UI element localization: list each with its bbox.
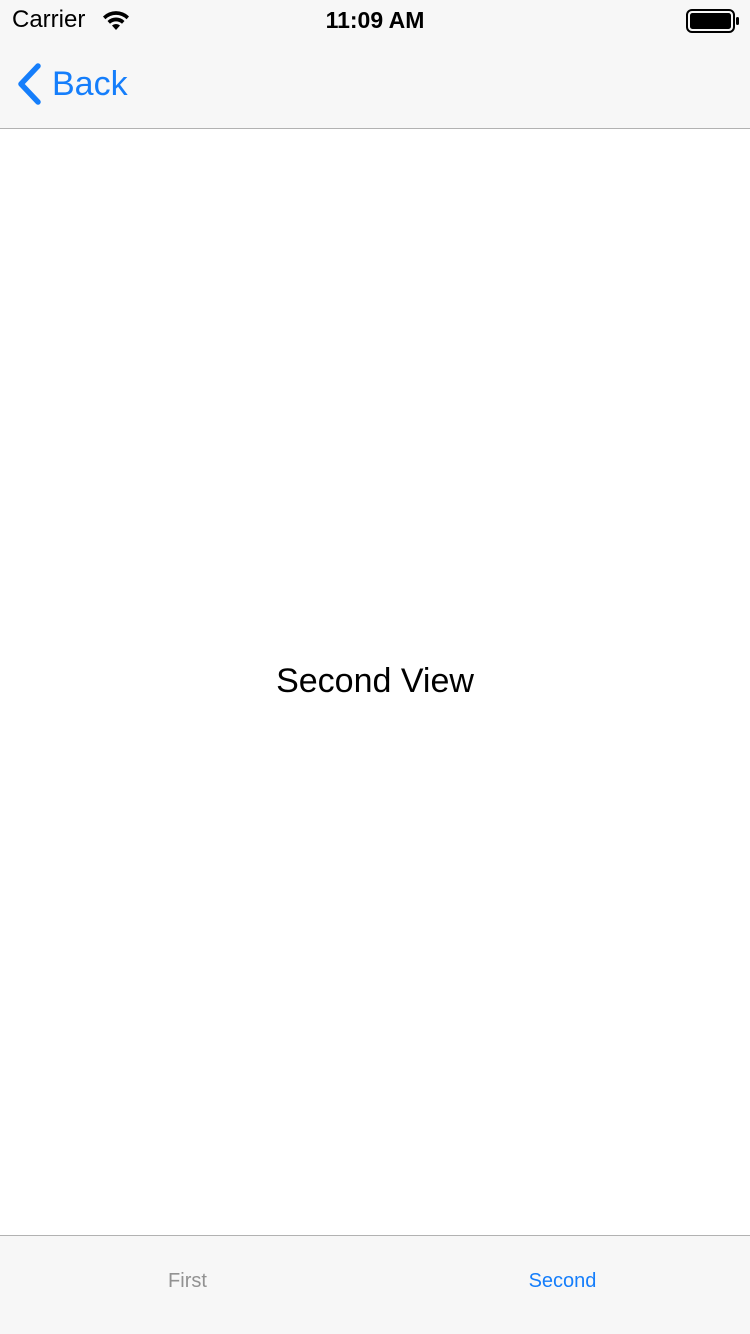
navigation-bar: Back — [0, 40, 750, 129]
second-view-label: Second View — [276, 662, 474, 700]
status-bar: Carrier 11:09 AM — [0, 0, 750, 40]
screen: Carrier 11:09 AM Back Second View First … — [0, 0, 750, 1334]
status-time: 11:09 AM — [325, 7, 425, 33]
tab-bar: First Second — [0, 1235, 750, 1334]
battery-icon — [686, 9, 739, 33]
content-area: Second View — [0, 129, 750, 1235]
back-label: Back — [52, 65, 128, 103]
tab-second[interactable]: Second — [375, 1236, 750, 1334]
tab-first[interactable]: First — [0, 1236, 375, 1334]
tab-first-label: First — [168, 1270, 207, 1292]
tab-second-label: Second — [528, 1270, 597, 1292]
chevron-left-icon — [18, 63, 41, 105]
back-button[interactable]: Back — [14, 60, 128, 108]
